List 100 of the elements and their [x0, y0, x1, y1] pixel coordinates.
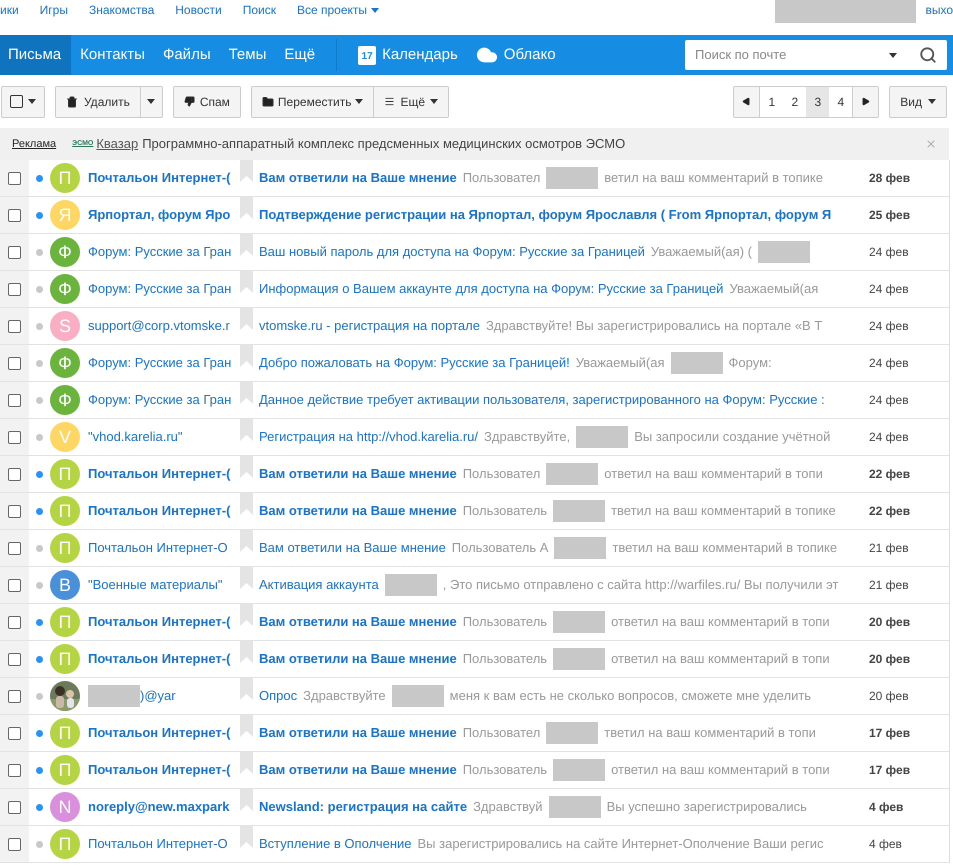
message-row[interactable]: Я Ярпортал, форум Яро Подтверждение регистрации на Ярпортал, форум Ярославля ( From Ярпортал, форум Я 25 фев	[0, 197, 949, 234]
row-checkbox[interactable]	[8, 468, 21, 480]
delete-options-button[interactable]	[140, 86, 163, 118]
redaction-block	[88, 685, 140, 707]
top-link[interactable]: Знакомства	[88, 1, 154, 19]
top-link[interactable]: Новости	[175, 1, 222, 19]
row-checkbox[interactable]	[8, 246, 21, 258]
row-checkbox[interactable]	[8, 208, 21, 222]
top-link[interactable]: ики	[0, 1, 19, 19]
row-checkbox[interactable]	[8, 652, 21, 666]
message-row[interactable]: )@yar Опрос Здравствуйте меня к вам есть не сколько вопросов, сможете мне уделить 20 фев	[0, 678, 949, 715]
select-all-button[interactable]	[1, 86, 45, 118]
search-input[interactable]: Поиск по почте	[695, 45, 881, 65]
ad-label-link[interactable]: Реклама	[12, 136, 56, 152]
row-checkbox[interactable]	[8, 356, 21, 370]
nav-tab[interactable]: Ещё	[275, 35, 324, 75]
ad-link[interactable]: Квазар	[96, 134, 138, 154]
message-row[interactable]: П Почтальон Интернет-О Вам ответили на Ваше мнение Пользователь А тветил на ваш комментарий в топике 21 фев	[0, 530, 949, 567]
thumbs-down-icon	[184, 96, 195, 107]
preview-text: Пользовател	[462, 724, 540, 742]
message-row[interactable]: П Почтальон Интернет-( Вам ответили на Ваше мнение Пользователь тветил на ваш комментарий в топике 22 фев	[0, 493, 949, 530]
message-row[interactable]: П Почтальон Интернет-( Вам ответили на Ваше мнение Пользователь ответил на ваш комментарий в топи 20 фев	[0, 641, 949, 678]
redaction-block	[758, 241, 810, 263]
avatar: Ф	[50, 385, 80, 415]
preview-text: Форум:	[728, 354, 772, 372]
row-checkbox[interactable]	[8, 616, 21, 628]
caret-icon	[430, 99, 438, 104]
row-checkbox[interactable]	[8, 320, 21, 332]
more-button[interactable]: Ещё	[374, 86, 450, 118]
nav-tab[interactable]: Контакты	[71, 35, 154, 75]
message-row[interactable]: П Почтальон Интернет-О Вступление в Ополчение Вы зарегистрировались на сайте Интернет-Ополчение Ваши регис 4 фев	[0, 826, 949, 863]
top-link[interactable]: Поиск	[242, 1, 276, 19]
preview-text: Вы запросили создание учётной	[634, 428, 830, 446]
calendar-link[interactable]: 17 Календарь	[349, 35, 467, 75]
caret-icon	[28, 99, 36, 104]
nav-tab[interactable]: Темы	[220, 35, 276, 75]
preview-text: Вы успешно зарегистрировались	[606, 798, 807, 816]
row-checkbox[interactable]	[8, 172, 21, 184]
date: 22 фев	[869, 466, 912, 483]
view-button[interactable]: Вид	[889, 86, 947, 118]
redaction-block	[546, 463, 598, 485]
row-checkbox[interactable]	[8, 838, 21, 850]
preview-text: тветил на ваш комментарий в топи	[604, 724, 816, 742]
message-row[interactable]: V "vhod.karelia.ru" Регистрация на http://vhod.karelia.ru/ Здравствуйте, Вы запросили создание учётной 24 фев	[0, 419, 949, 456]
page-button[interactable]: 3	[806, 86, 830, 116]
caret-icon	[355, 99, 364, 104]
message-row[interactable]: Ф Форум: Русские за Гран Данное действие требует активации пользователя, зарегистрированного на Форум: Русские : 24 фев	[0, 382, 949, 419]
top-link[interactable]: Игры	[40, 1, 68, 19]
sender-name: noreply@new.maxpark	[88, 798, 230, 816]
date: 25 фев	[869, 207, 912, 224]
row-checkbox[interactable]	[8, 394, 21, 406]
message-row[interactable]: П Почтальон Интернет-( Вам ответили на Ваше мнение Пользовател ветил на ваш комментарий в топике 28 фев	[0, 160, 949, 197]
message-row[interactable]: П Почтальон Интернет-( Вам ответили на Ваше мнение Пользователь ответил на ваш комментарий в топи 17 фев	[0, 752, 949, 789]
avatar: S	[50, 311, 80, 341]
nav-tab[interactable]: Файлы	[154, 35, 220, 75]
move-button[interactable]: Переместить	[250, 86, 374, 118]
message-row[interactable]: В "Военные материалы" Активация аккаунта , Это письмо отправлено с сайта http://warfiles.ru/ Вы получили эт 21 фев	[0, 567, 949, 604]
date: 24 фев	[869, 429, 910, 446]
date: 20 фев	[869, 651, 912, 668]
row-checkbox[interactable]	[8, 764, 21, 776]
avatar: П	[50, 644, 80, 674]
message-row[interactable]: Ф Форум: Русские за Гран Ваш новый пароль для доступа на Форум: Русские за Границей Уважаемый(ая) ( 24 фев	[0, 234, 949, 271]
message-row[interactable]: П Почтальон Интернет-( Вам ответили на Ваше мнение Пользовател ответил на ваш комментарий в топи 22 фев	[0, 456, 949, 493]
preview-text: ответил на ваш комментарий в топи	[611, 650, 830, 668]
subject: Опрос	[259, 687, 298, 706]
logout-link[interactable]: выхо	[925, 0, 953, 19]
message-row[interactable]: Ф Форум: Русские за Гран Добро пожаловать на Форум: Русские за Границей! Уважаемый(ая Форум: 24 фев	[0, 345, 949, 382]
row-checkbox[interactable]	[8, 542, 21, 554]
next-page-button[interactable]	[852, 86, 878, 116]
preview-text: Пользователь	[462, 502, 548, 520]
delete-button[interactable]: Удалить	[55, 86, 141, 118]
row-checkbox[interactable]	[8, 800, 21, 814]
preview-text: Пользователь	[462, 650, 548, 668]
search-icon[interactable]	[919, 46, 937, 64]
previous-page-button[interactable]	[734, 86, 760, 116]
preview-text: Здравствуй	[473, 798, 543, 816]
cloud-link[interactable]: Облако	[466, 35, 565, 75]
row-checkbox[interactable]	[8, 282, 21, 296]
spam-button[interactable]: Спам	[172, 86, 241, 118]
message-row[interactable]: П Почтальон Интернет-( Вам ответили на Ваше мнение Пользователь ответил на ваш комментарий в топи 20 фев	[0, 604, 949, 641]
close-icon[interactable]	[925, 138, 937, 150]
subject: Данное действие требует активации пользователя, зарегистрированного на Форум: Русские :	[259, 391, 825, 410]
preview-text: Пользовател	[462, 169, 540, 188]
message-row[interactable]: S support@corp.vtomske.r vtomske.ru - регистрация на портале Здравствуйте! Вы зарегистрировались на портале «В Т 24 фев	[0, 308, 949, 345]
sender-name: Форум: Русские за Гран	[88, 391, 232, 410]
row-checkbox[interactable]	[8, 504, 21, 518]
row-checkbox[interactable]	[8, 726, 21, 740]
date: 24 фев	[869, 281, 910, 298]
search-field[interactable]: Поиск по почте	[685, 40, 947, 70]
preview-text: , Это письмо отправлено с сайта http://warfiles.ru/ Вы получили эт	[442, 576, 838, 594]
row-checkbox[interactable]	[8, 430, 21, 444]
all-projects-link[interactable]: Все проекты	[296, 1, 380, 19]
nav-tab[interactable]: Письма	[0, 35, 72, 75]
date: 24 фев	[869, 244, 910, 261]
row-checkbox[interactable]	[8, 578, 21, 592]
message-row[interactable]: Ф Форум: Русские за Гран Информация о Вашем аккаунте для доступа на Форум: Русские за Границей Уважаемый(ая 24 фев	[0, 271, 949, 308]
row-checkbox[interactable]	[8, 690, 21, 702]
message-row[interactable]: N noreply@new.maxpark Newsland: регистрация на сайте Здравствуй Вы успешно зарегистрировались 4 фев	[0, 789, 949, 826]
avatar: N	[50, 792, 80, 822]
message-row[interactable]: П Почтальон Интернет-( Вам ответили на Ваше мнение Пользовател тветил на ваш комментарий в топи 17 фев	[0, 715, 949, 752]
